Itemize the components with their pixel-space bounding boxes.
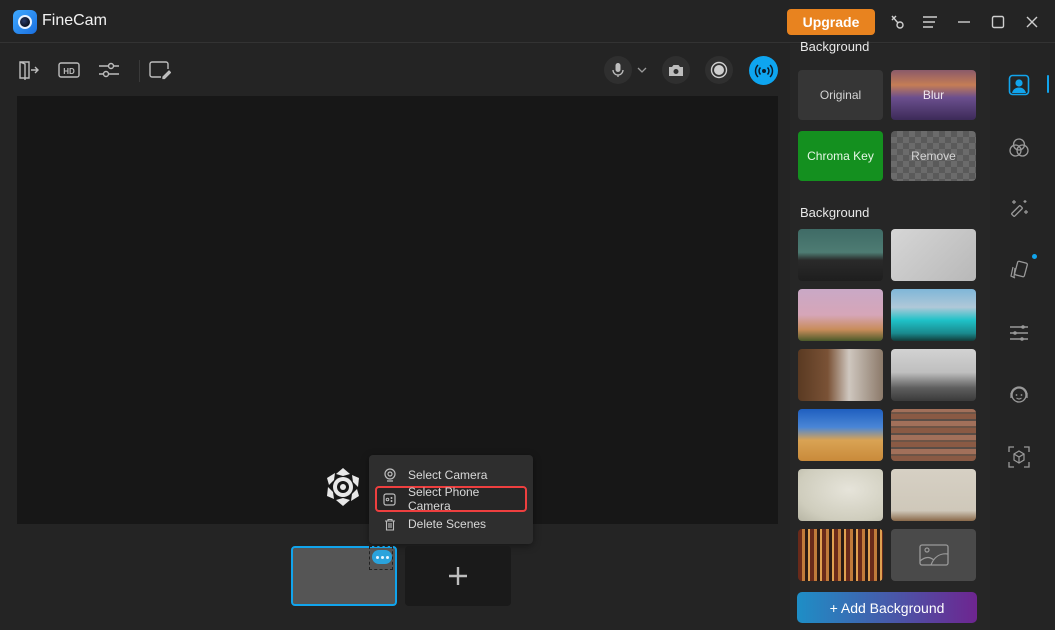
camera-snapshot-icon[interactable] [662,56,690,84]
office-desk-background[interactable] [798,229,883,281]
add-background-button[interactable]: + Add Background [797,592,977,623]
live-broadcast-icon[interactable] [749,56,778,85]
webcam-icon [383,468,397,482]
bg-option-original[interactable]: Original [798,70,883,120]
active-nav-indicator [1047,75,1049,93]
microphone-icon[interactable] [604,56,632,84]
color-filter-icon[interactable] [1007,136,1031,160]
background-panel: Background Original Blur Chroma Key Remo… [790,39,990,630]
more-options-icon[interactable] [372,550,392,564]
frames-wall-background[interactable] [891,469,976,521]
bg-option-blur[interactable]: Blur [891,70,976,120]
adjust-icon[interactable] [97,58,121,82]
notification-dot [1032,254,1037,259]
upgrade-button[interactable]: Upgrade [787,9,875,35]
finecam-logo-icon [13,10,37,34]
chevron-down-icon[interactable] [630,58,654,82]
ar-cube-icon[interactable] [1007,445,1031,469]
bg-option-chroma-key[interactable]: Chroma Key [798,131,883,181]
eiffel-tower-background[interactable] [798,289,883,341]
record-icon[interactable] [705,56,733,84]
title-bar: FineCam Upgrade [0,0,1055,43]
white-wall-background[interactable] [891,229,976,281]
close-icon[interactable] [1020,10,1044,34]
desert-background[interactable] [798,409,883,461]
annotate-icon[interactable] [148,58,172,82]
section-label-background-library: Background [800,205,870,220]
minimize-icon[interactable] [952,10,976,34]
menu-item-select-phone-camera[interactable]: Select Phone Camera [375,485,527,513]
mountain-lake-background[interactable] [891,289,976,341]
menu-icon[interactable] [918,10,942,34]
bg-option-remove[interactable]: Remove [891,131,976,181]
brick-wall-background[interactable] [891,409,976,461]
svg-text:HD: HD [63,67,75,76]
avatar-icon[interactable] [1007,383,1031,407]
side-nav [990,44,1055,630]
toolbar-divider [139,60,140,82]
cozy-room-background[interactable] [798,349,883,401]
add-scene-button[interactable] [405,546,511,606]
menu-item-label: Select Phone Camera [407,485,480,513]
menu-item-label: Select Camera [408,468,488,482]
toolbar: HD [0,44,790,96]
menu-item-label: Delete Scenes [408,517,487,531]
scene-more-options[interactable] [369,546,393,570]
adjustments-icon[interactable] [1007,321,1031,345]
app-title: FineCam [42,12,107,29]
trash-icon [383,517,397,531]
bookshelf-background[interactable] [798,529,883,581]
custom-image-placeholder[interactable] [891,529,976,581]
plant-wall-background[interactable] [798,469,883,521]
finecam-window: FineCam Upgrade HD Select Camera Select … [0,0,1055,630]
loft-office-background[interactable] [891,349,976,401]
background-person-icon[interactable] [1007,73,1031,97]
hd-icon[interactable]: HD [57,58,81,82]
menu-item-delete-scenes[interactable]: Delete Scenes [375,513,527,535]
stickers-icon[interactable] [1007,258,1031,282]
pin-icon[interactable] [886,10,910,34]
magic-wand-icon[interactable] [1007,197,1031,221]
section-label-background: Background [800,39,870,54]
plus-icon [449,567,467,585]
maximize-icon[interactable] [986,10,1010,34]
phone-camera-icon [383,492,397,506]
finecam-placeholder-icon [322,466,364,508]
exit-icon[interactable] [17,58,41,82]
scene-context-menu: Select Camera Select Phone Camera Delete… [369,455,533,544]
menu-item-select-camera[interactable]: Select Camera [375,464,527,486]
image-icon [918,544,949,566]
